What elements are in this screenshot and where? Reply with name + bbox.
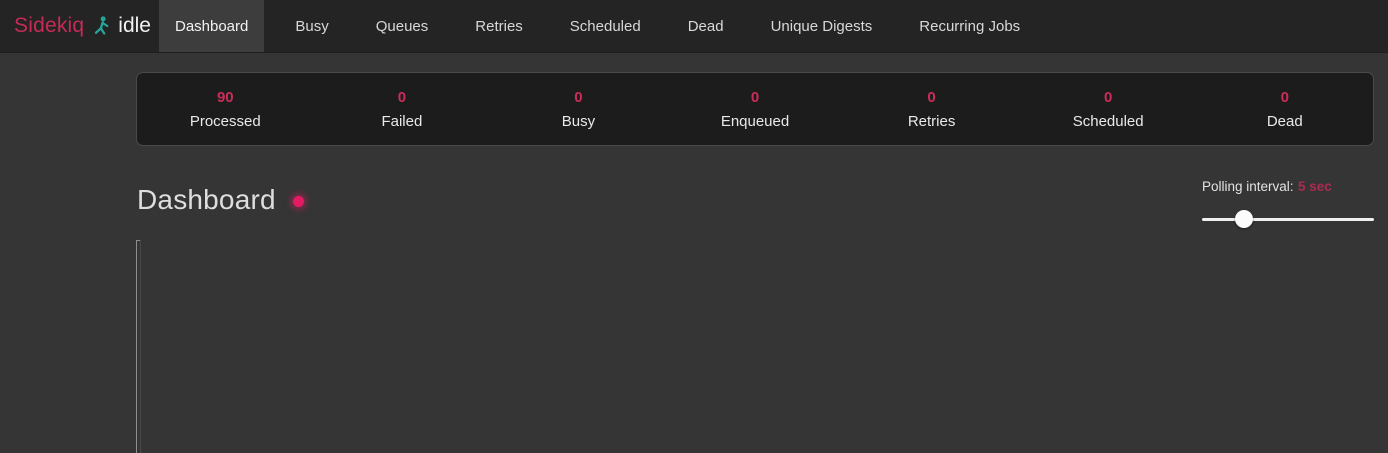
stat-processed[interactable]: 90 Processed: [137, 89, 314, 130]
polling-interval-label: Polling interval:: [1202, 179, 1294, 194]
sidekiq-logo-icon: [93, 15, 111, 37]
top-navbar: Sidekiq idle Dashboard Busy Queues Retri…: [0, 0, 1388, 53]
stat-scheduled-value: 0: [1020, 89, 1197, 106]
stat-enqueued-label: Enqueued: [667, 113, 844, 130]
stat-failed[interactable]: 0 Failed: [314, 89, 491, 130]
polling-interval-control: Polling interval: 5 sec: [1202, 178, 1374, 228]
brand-name: Sidekiq: [14, 14, 84, 38]
stat-dead[interactable]: 0 Dead: [1196, 89, 1373, 130]
brand[interactable]: Sidekiq idle: [0, 0, 155, 52]
stat-retries-value: 0: [843, 89, 1020, 106]
stat-retries-label: Retries: [843, 113, 1020, 130]
nav-item-retries[interactable]: Retries: [459, 0, 539, 52]
chart-y-gridline: [140, 240, 141, 453]
main-container: 90 Processed 0 Failed 0 Busy 0 Enqueued …: [136, 72, 1374, 453]
stat-enqueued-value: 0: [667, 89, 844, 106]
stat-dead-label: Dead: [1196, 113, 1373, 130]
stat-processed-label: Processed: [137, 113, 314, 130]
stat-failed-label: Failed: [314, 113, 491, 130]
live-poll-beacon-icon: [293, 196, 304, 207]
nav-item-dashboard[interactable]: Dashboard: [159, 0, 264, 52]
status-text: idle: [118, 14, 151, 38]
stat-scheduled-label: Scheduled: [1020, 113, 1197, 130]
stat-retries[interactable]: 0 Retries: [843, 89, 1020, 130]
nav-item-busy[interactable]: Busy: [279, 0, 344, 52]
polling-interval-slider[interactable]: [1202, 210, 1374, 228]
stats-summary-bar: 90 Processed 0 Failed 0 Busy 0 Enqueued …: [136, 72, 1374, 146]
chart-y-axis: [136, 240, 137, 453]
stat-busy[interactable]: 0 Busy: [490, 89, 667, 130]
nav-item-recurring-jobs[interactable]: Recurring Jobs: [903, 0, 1036, 52]
nav-item-scheduled[interactable]: Scheduled: [554, 0, 657, 52]
title-wrap: Dashboard: [137, 184, 304, 216]
realtime-chart: [136, 240, 1374, 453]
stat-busy-label: Busy: [490, 113, 667, 130]
stat-busy-value: 0: [490, 89, 667, 106]
stat-dead-value: 0: [1196, 89, 1373, 106]
slider-track[interactable]: [1202, 218, 1374, 221]
stat-scheduled[interactable]: 0 Scheduled: [1020, 89, 1197, 130]
nav-item-dead[interactable]: Dead: [672, 0, 740, 52]
page-title: Dashboard: [137, 184, 276, 216]
stat-enqueued[interactable]: 0 Enqueued: [667, 89, 844, 130]
stat-processed-value: 90: [137, 89, 314, 106]
stat-failed-value: 0: [314, 89, 491, 106]
nav-items: Dashboard Busy Queues Retries Scheduled …: [159, 0, 1036, 52]
nav-item-queues[interactable]: Queues: [360, 0, 445, 52]
dashboard-header-row: Dashboard Polling interval: 5 sec: [136, 172, 1374, 232]
nav-item-unique-digests[interactable]: Unique Digests: [755, 0, 889, 52]
slider-thumb[interactable]: [1235, 210, 1253, 228]
polling-interval-value: 5 sec: [1298, 179, 1332, 194]
